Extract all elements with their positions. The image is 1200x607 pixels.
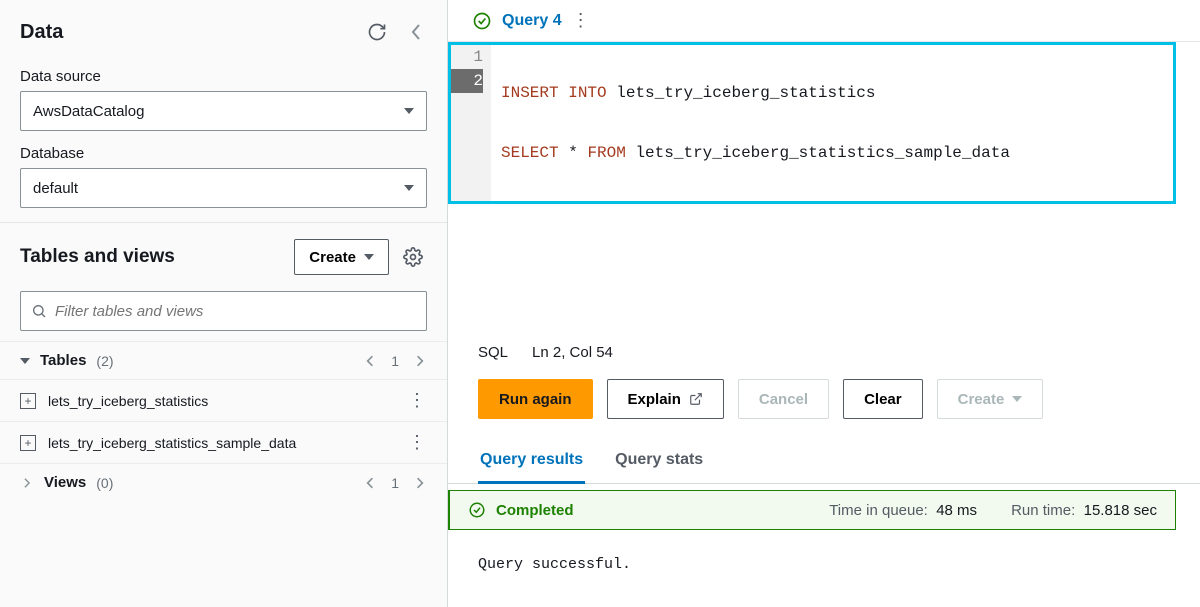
queue-label: Time in queue:: [829, 502, 928, 519]
caret-down-icon: [364, 254, 374, 260]
external-link-icon: [689, 392, 703, 406]
data-source-select[interactable]: AwsDataCatalog: [20, 91, 427, 131]
tables-count: (2): [96, 353, 113, 369]
editor-code[interactable]: INSERT INTO lets_try_iceberg_statistics …: [491, 45, 1173, 201]
query-panel: Query 4 ⋮ 1 2 INSERT INTO lets_try_icebe…: [448, 0, 1200, 607]
table-row[interactable]: + lets_try_iceberg_statistics_sample_dat…: [0, 421, 447, 463]
runtime-value: 15.818 sec: [1084, 502, 1157, 519]
database-select[interactable]: default: [20, 168, 427, 208]
chevron-right-icon[interactable]: [413, 475, 427, 491]
status-label: Completed: [496, 502, 574, 519]
tables-views-title: Tables and views: [20, 246, 175, 268]
tab-menu-icon[interactable]: ⋮: [572, 10, 591, 31]
result-message: Query successful.: [448, 530, 1200, 599]
query-action-bar: Run again Explain Cancel Clear Create: [448, 375, 1200, 439]
caret-down-icon: [1012, 396, 1022, 402]
database-value: default: [33, 180, 78, 197]
editor-status: SQL Ln 2, Col 54: [448, 324, 1200, 375]
tables-group-header[interactable]: Tables (2) 1: [0, 341, 447, 379]
run-again-button[interactable]: Run again: [478, 379, 593, 419]
search-icon: [31, 303, 47, 319]
results-tab-bar: Query results Query stats: [448, 439, 1200, 484]
tab-query-stats[interactable]: Query stats: [613, 439, 705, 483]
result-status-bar: Completed Time in queue: 48 ms Run time:…: [448, 490, 1176, 530]
check-circle-icon: [472, 11, 492, 31]
explain-button[interactable]: Explain: [607, 379, 724, 419]
refresh-icon[interactable]: [363, 18, 391, 46]
create-table-button[interactable]: Create: [294, 239, 389, 275]
collapse-sidebar-icon[interactable]: [405, 18, 427, 46]
create-button: Create: [937, 379, 1044, 419]
views-count: (0): [96, 475, 113, 491]
data-source-label: Data source: [20, 68, 427, 85]
create-label: Create: [958, 391, 1005, 408]
runtime-label: Run time:: [1011, 502, 1075, 519]
sql-editor[interactable]: 1 2 INSERT INTO lets_try_iceberg_statist…: [448, 42, 1176, 204]
check-circle-icon: [468, 501, 486, 519]
query-tab-title[interactable]: Query 4: [502, 12, 562, 30]
queue-value: 48 ms: [936, 502, 977, 519]
views-label: Views: [44, 474, 86, 491]
query-tab-bar: Query 4 ⋮: [448, 0, 1200, 42]
editor-lang: SQL: [478, 344, 508, 361]
tables-label: Tables: [40, 352, 86, 369]
editor-cursor: Ln 2, Col 54: [532, 344, 613, 361]
cancel-button: Cancel: [738, 379, 829, 419]
row-menu-icon[interactable]: ⋮: [408, 390, 427, 411]
table-row[interactable]: + lets_try_iceberg_statistics ⋮: [0, 379, 447, 421]
row-menu-icon[interactable]: ⋮: [408, 432, 427, 453]
gear-icon[interactable]: [399, 243, 427, 271]
tab-query-results[interactable]: Query results: [478, 439, 585, 483]
expand-icon[interactable]: +: [20, 393, 36, 409]
views-page: 1: [391, 475, 399, 491]
expand-icon[interactable]: +: [20, 435, 36, 451]
sidebar-title: Data: [20, 21, 63, 44]
data-source-value: AwsDataCatalog: [33, 103, 144, 120]
explain-label: Explain: [628, 391, 681, 408]
views-group-header[interactable]: Views (0) 1: [0, 463, 447, 501]
filter-input[interactable]: [55, 303, 416, 320]
clear-button[interactable]: Clear: [843, 379, 923, 419]
table-name: lets_try_iceberg_statistics_sample_data: [48, 435, 296, 451]
chevron-right-icon: [20, 476, 34, 490]
create-label: Create: [309, 249, 356, 266]
caret-down-icon: [404, 185, 414, 191]
tables-page: 1: [391, 353, 399, 369]
editor-gutter: 1 2: [451, 45, 491, 201]
filter-tables-input[interactable]: [20, 291, 427, 331]
caret-down-icon: [404, 108, 414, 114]
database-label: Database: [20, 145, 427, 162]
chevron-right-icon[interactable]: [413, 353, 427, 369]
table-name: lets_try_iceberg_statistics: [48, 393, 208, 409]
caret-down-icon: [20, 358, 30, 364]
chevron-left-icon[interactable]: [363, 353, 377, 369]
chevron-left-icon[interactable]: [363, 475, 377, 491]
data-sidebar: Data Data source AwsDataCatalog Database…: [0, 0, 448, 607]
